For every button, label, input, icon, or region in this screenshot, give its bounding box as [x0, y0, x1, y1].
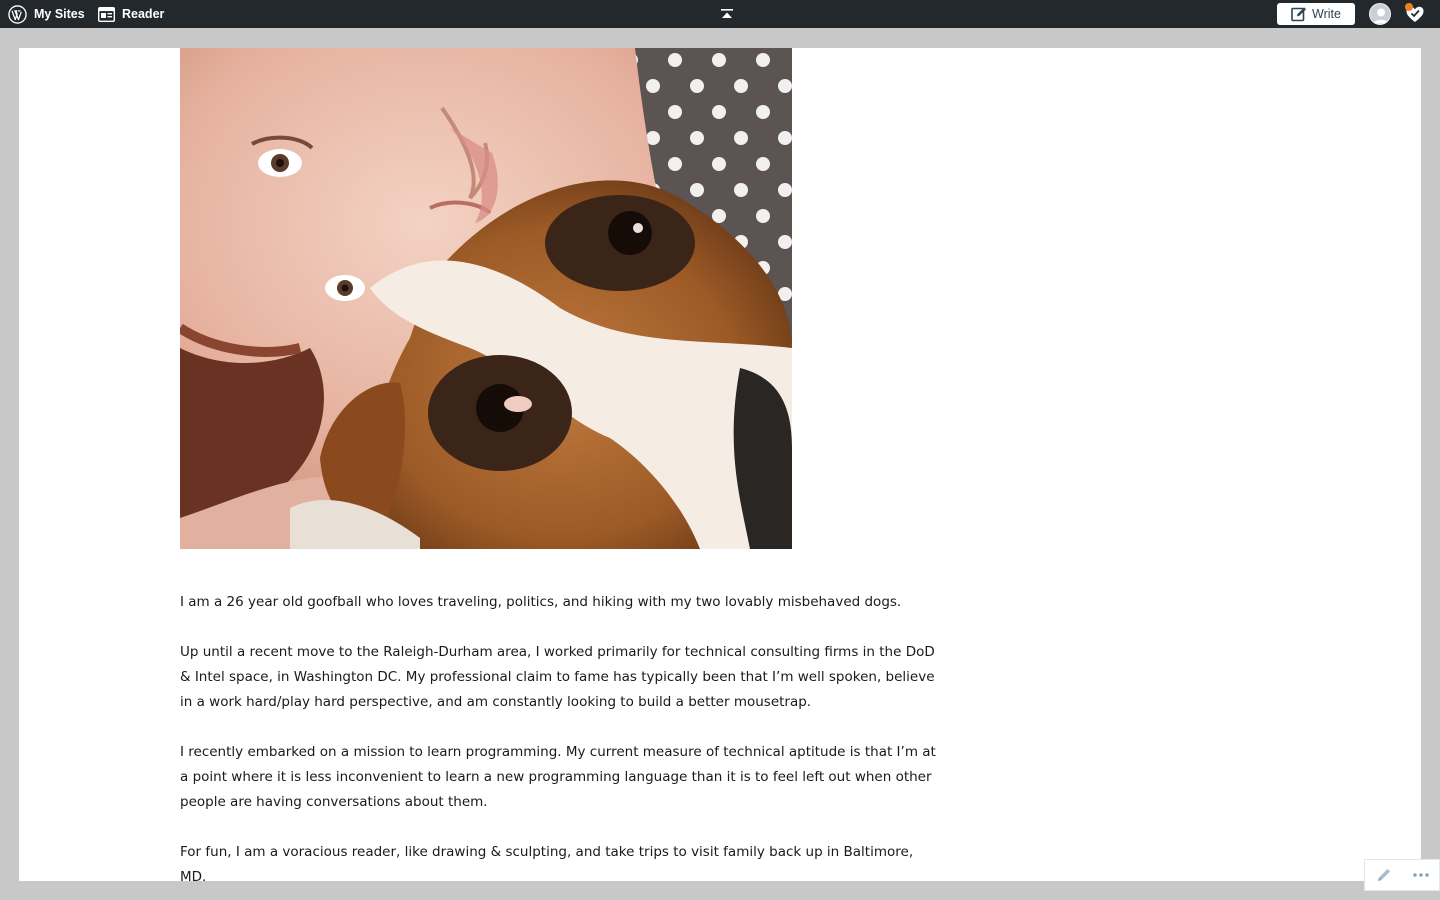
- paragraph-intro: I am a 26 year old goofball who loves tr…: [180, 594, 902, 610]
- floating-tools: [1364, 859, 1440, 891]
- write-button[interactable]: Write: [1277, 3, 1355, 25]
- more-ellipsis-icon[interactable]: [1407, 863, 1435, 887]
- wordpress-logo-icon: [8, 4, 27, 24]
- reader-menu[interactable]: Reader: [98, 0, 164, 28]
- paragraph-career: Up until a recent move to the Raleigh-Du…: [180, 644, 935, 710]
- edit-pencil-icon[interactable]: [1370, 863, 1398, 887]
- my-sites-menu[interactable]: My Sites: [8, 0, 85, 28]
- admin-bar: My Sites Reader Write: [0, 0, 1440, 28]
- collapse-up-icon[interactable]: [718, 6, 736, 22]
- write-pencil-icon: [1291, 6, 1307, 22]
- notification-badge: [1405, 3, 1413, 11]
- reader-label: Reader: [122, 7, 165, 21]
- paragraph-fun: For fun, I am a voracious reader, like d…: [180, 844, 914, 881]
- paragraph-programming: I recently embarked on a mission to lear…: [180, 744, 936, 810]
- about-text: I am a 26 year old goofball who loves tr…: [180, 590, 940, 881]
- selfie-with-beagle-photo: [180, 48, 792, 549]
- page-content: I am a 26 year old goofball who loves tr…: [19, 48, 1421, 881]
- reader-icon: [98, 6, 115, 22]
- my-sites-label: My Sites: [34, 7, 85, 21]
- notifications-heart-icon[interactable]: [1404, 3, 1426, 25]
- user-avatar-icon[interactable]: [1369, 3, 1391, 25]
- write-label: Write: [1312, 7, 1341, 21]
